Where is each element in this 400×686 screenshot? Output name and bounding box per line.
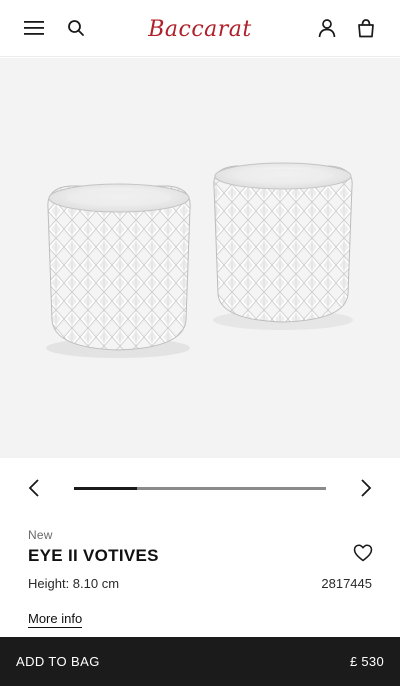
brand-logo-text: Baccarat [148,16,252,42]
new-badge: New [28,528,53,542]
brand-logo[interactable]: Baccarat [140,4,260,54]
menu-button[interactable] [20,14,48,42]
wishlist-button[interactable] [350,540,376,566]
product-height: Height: 8.10 cm [28,576,120,591]
heart-icon [353,544,373,562]
more-info-link[interactable]: More info [28,611,83,628]
chevron-right-icon [361,479,372,497]
add-to-bag-button[interactable]: ADD TO BAG £ 530 [0,637,400,686]
next-image-button[interactable] [352,474,380,502]
shopping-bag-icon [358,19,374,38]
carousel-navigation [0,468,400,508]
search-button[interactable] [62,14,90,42]
product-image-gallery[interactable] [0,58,400,458]
search-icon [68,20,84,36]
carousel-progress-track[interactable] [74,487,326,490]
carousel-progress-fill [74,487,137,490]
hamburger-menu-icon [24,21,44,35]
site-header: Baccarat [0,0,400,57]
right-votive [213,162,353,323]
account-button[interactable] [313,14,341,42]
product-title: EYE II VOTIVES [28,546,159,565]
shopping-bag-button[interactable] [352,14,380,42]
product-image [46,162,353,358]
user-icon [318,19,336,38]
product-reference: 2817445 [321,576,372,591]
chevron-left-icon [28,479,39,497]
left-votive [47,183,191,351]
add-to-bag-label: ADD TO BAG [16,654,100,669]
previous-image-button[interactable] [20,474,48,502]
product-price: £ 530 [349,654,384,669]
